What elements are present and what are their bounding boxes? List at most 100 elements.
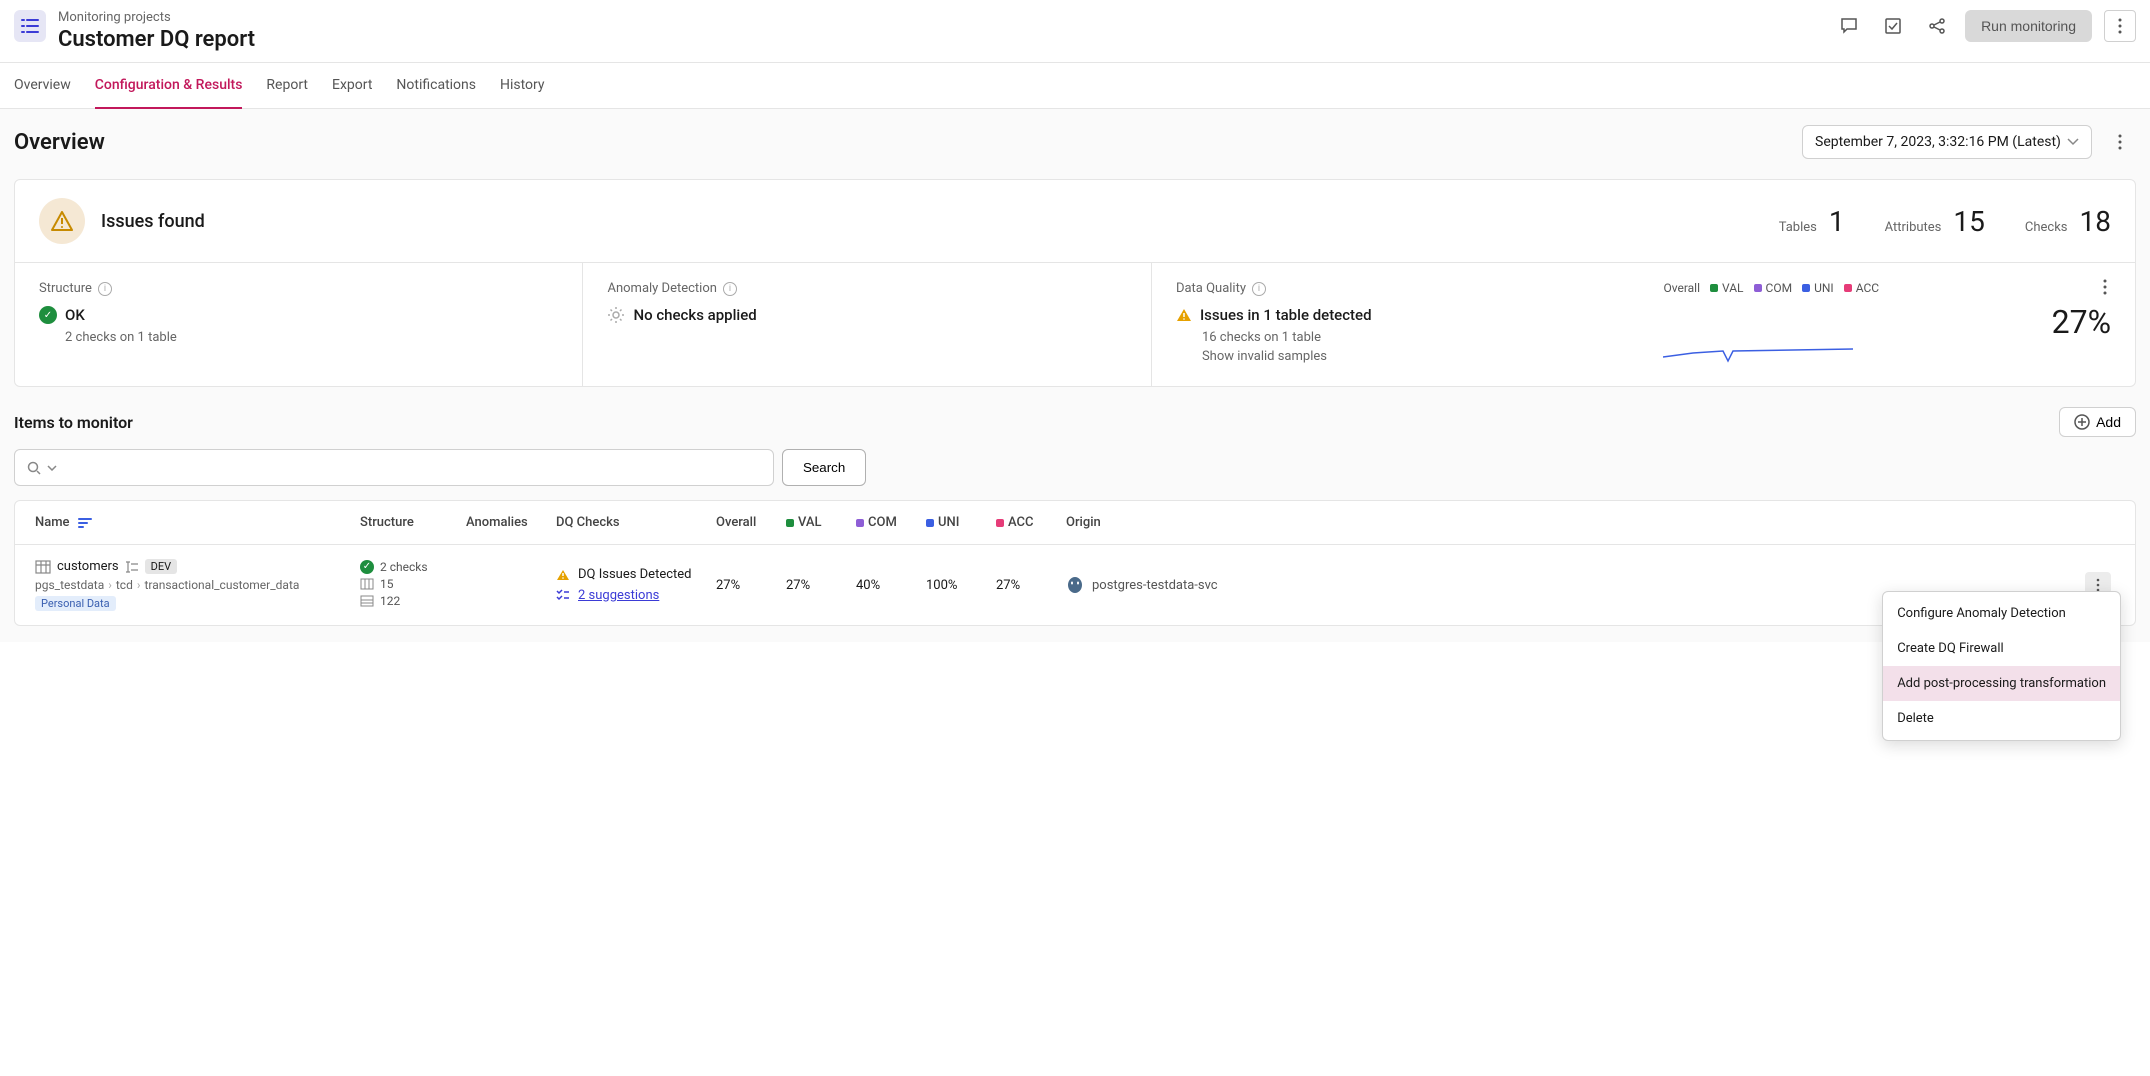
- col-overall[interactable]: Overall: [716, 515, 786, 530]
- run-monitoring-button[interactable]: Run monitoring: [1965, 10, 2092, 42]
- task-check-icon[interactable]: [1877, 10, 1909, 42]
- menu-delete[interactable]: Delete: [1883, 701, 2120, 736]
- tab-config-results[interactable]: Configuration & Results: [95, 63, 243, 109]
- warning-icon: [556, 569, 570, 581]
- tab-notifications[interactable]: Notifications: [396, 63, 476, 108]
- structure-status: OK: [65, 306, 85, 324]
- info-icon[interactable]: i: [1252, 282, 1266, 296]
- anomaly-status: No checks applied: [633, 306, 756, 324]
- date-selector[interactable]: September 7, 2023, 3:32:16 PM (Latest): [1802, 125, 2092, 159]
- col-uni[interactable]: UNI: [938, 515, 959, 530]
- struct-checks: 2 checks: [380, 560, 428, 574]
- stat-tables-label: Tables: [1779, 220, 1817, 235]
- items-title: Items to monitor: [14, 413, 133, 432]
- issues-card: Issues found Tables 1 Attributes 15 Chec…: [14, 179, 2136, 387]
- env-badge: DEV: [145, 559, 177, 574]
- search-input[interactable]: [14, 449, 774, 486]
- date-selector-value: September 7, 2023, 3:32:16 PM (Latest): [1815, 134, 2061, 150]
- col-acc[interactable]: ACC: [1008, 515, 1034, 530]
- comment-icon[interactable]: [1833, 10, 1865, 42]
- cell-com: 40%: [856, 578, 926, 593]
- sort-icon[interactable]: [78, 517, 92, 529]
- struct-attrs: 15: [380, 577, 394, 591]
- check-icon: ✓: [360, 560, 374, 574]
- stat-attributes-value: 15: [1953, 205, 1984, 238]
- col-structure[interactable]: Structure: [360, 515, 466, 530]
- uni-swatch: [1802, 284, 1810, 292]
- cell-val: 27%: [786, 578, 856, 593]
- dq-issue-text: DQ Issues Detected: [578, 567, 692, 582]
- dq-show-samples-link[interactable]: Show invalid samples: [1202, 349, 1624, 364]
- header-more-icon[interactable]: [2104, 10, 2136, 42]
- tab-export[interactable]: Export: [332, 63, 372, 108]
- col-dq[interactable]: DQ Checks: [556, 515, 716, 530]
- menu-create-dq-firewall[interactable]: Create DQ Firewall: [1883, 631, 2120, 666]
- page-title: Customer DQ report: [58, 27, 255, 52]
- search-button[interactable]: Search: [782, 449, 866, 486]
- stat-attributes-label: Attributes: [1885, 220, 1942, 235]
- sparkline: [1663, 341, 1853, 363]
- legend-com: COM: [1766, 281, 1793, 295]
- legend-val: VAL: [1722, 281, 1744, 295]
- menu-configure-anomaly[interactable]: Configure Anomaly Detection: [1883, 596, 2120, 631]
- overview-more-icon[interactable]: [2104, 126, 2136, 158]
- dq-more-icon[interactable]: [2089, 271, 2121, 303]
- anomaly-title: Anomaly Detection: [607, 281, 716, 296]
- overall-label: Overall: [1663, 281, 1700, 295]
- col-name[interactable]: Name: [35, 515, 70, 530]
- stat-checks-label: Checks: [2025, 220, 2068, 235]
- stat-tables-value: 1: [1829, 205, 1845, 238]
- tab-report[interactable]: Report: [266, 63, 308, 108]
- table-icon: [35, 560, 51, 574]
- tabs: Overview Configuration & Results Report …: [0, 63, 2150, 109]
- rename-icon[interactable]: [125, 561, 139, 573]
- dq-title: Data Quality: [1176, 281, 1246, 296]
- breadcrumb[interactable]: Monitoring projects: [58, 10, 255, 25]
- info-icon[interactable]: i: [98, 282, 112, 296]
- dq-status: Issues in 1 table detected: [1200, 306, 1372, 324]
- val-swatch: [1710, 284, 1718, 292]
- postgres-icon: [1066, 576, 1084, 594]
- structure-sub: 2 checks on 1 table: [65, 330, 558, 345]
- rows-icon: [360, 595, 374, 607]
- table-row[interactable]: customers DEV pgs_testdata›tcd›transacti…: [15, 545, 2135, 625]
- anomaly-column: Anomaly Detection i No checks applied: [583, 263, 1151, 386]
- share-icon[interactable]: [1921, 10, 1953, 42]
- cell-acc: 27%: [996, 578, 1066, 593]
- info-icon[interactable]: i: [723, 282, 737, 296]
- check-icon: ✓: [39, 306, 57, 324]
- suggestions-link[interactable]: 2 suggestions: [578, 588, 659, 603]
- col-com[interactable]: COM: [868, 515, 897, 530]
- cell-uni: 100%: [926, 578, 996, 593]
- menu-add-transformation[interactable]: Add post-processing transformation: [1883, 666, 2120, 701]
- add-button[interactable]: Add: [2059, 407, 2136, 437]
- stat-checks-value: 18: [2080, 205, 2111, 238]
- issues-title: Issues found: [101, 211, 205, 232]
- search-icon: [27, 461, 41, 475]
- path-0[interactable]: pgs_testdata: [35, 578, 104, 592]
- dq-column: Data Quality i Issues in 1 table detecte…: [1152, 263, 2135, 386]
- path-2[interactable]: transactional_customer_data: [144, 578, 299, 592]
- checklist-icon: [556, 589, 570, 603]
- overall-pct: 27%: [1663, 303, 2111, 341]
- plus-icon: [2074, 414, 2090, 430]
- com-swatch: [1754, 284, 1762, 292]
- legend-uni: UNI: [1814, 281, 1834, 295]
- col-origin[interactable]: Origin: [1066, 515, 2085, 530]
- structure-title: Structure: [39, 281, 92, 296]
- tab-history[interactable]: History: [500, 63, 545, 108]
- columns-icon: [360, 578, 374, 590]
- chevron-down-icon: [47, 465, 57, 471]
- struct-terms: 122: [380, 594, 400, 608]
- path-1[interactable]: tcd: [116, 578, 133, 592]
- section-title-overview: Overview: [14, 130, 105, 155]
- col-anomalies[interactable]: Anomalies: [466, 515, 556, 530]
- col-val[interactable]: VAL: [798, 515, 822, 530]
- cell-overall: 27%: [716, 578, 786, 593]
- origin-text: postgres-testdata-svc: [1092, 578, 1218, 593]
- list-icon[interactable]: [14, 10, 46, 42]
- context-menu: Configure Anomaly Detection Create DQ Fi…: [1882, 591, 2121, 741]
- dq-sub1: 16 checks on 1 table: [1202, 330, 1624, 345]
- tab-overview[interactable]: Overview: [14, 63, 71, 108]
- tag-personal-data[interactable]: Personal Data: [35, 596, 116, 611]
